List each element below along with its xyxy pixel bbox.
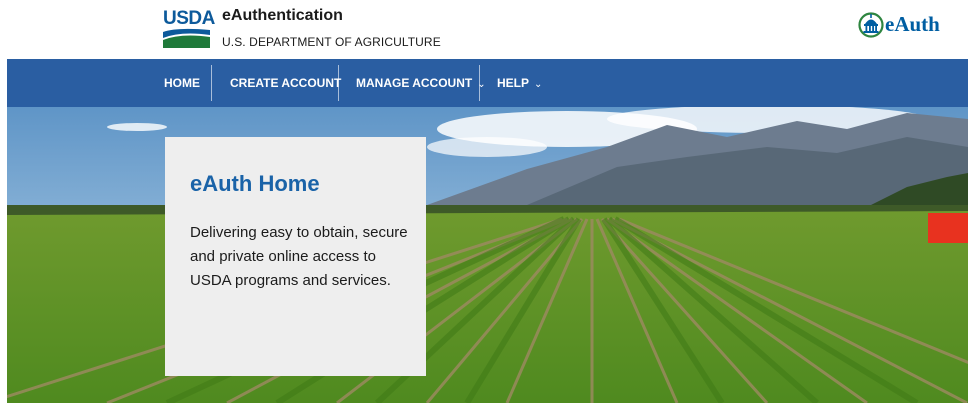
hero-description: Delivering easy to obtain, secure and pr…	[190, 224, 408, 289]
farm-field-image	[7, 107, 968, 403]
usda-logo[interactable]: USDA	[163, 8, 215, 48]
usda-logo-text: USDA	[163, 8, 215, 29]
hero-card: eAuth Home Delivering easy to obtain, se…	[165, 137, 426, 376]
nav-manage-account[interactable]: MANAGE ACCOUNT ⌄	[356, 59, 486, 107]
usda-wave-icon	[163, 28, 210, 48]
nav-help[interactable]: HELP ⌄	[497, 59, 542, 107]
nav-home-label: HOME	[164, 76, 200, 90]
main-nav: HOME CREATE ACCOUNT MANAGE ACCOUNT ⌄ HELP…	[7, 59, 968, 107]
nav-home[interactable]: HOME	[164, 59, 200, 107]
nav-create-account-label: CREATE ACCOUNT	[230, 76, 342, 90]
capitol-building-icon	[858, 12, 884, 38]
nav-help-label: HELP	[497, 76, 530, 90]
nav-divider	[338, 65, 339, 101]
hero-banner: eAuth Home Delivering easy to obtain, se…	[7, 107, 968, 403]
nav-divider	[479, 65, 480, 101]
site-title[interactable]: eAuthentication	[222, 7, 343, 25]
chevron-down-icon: ⌄	[534, 79, 543, 90]
page-title: eAuth Home	[190, 171, 320, 196]
feedback-tab[interactable]	[928, 213, 968, 243]
site-header: USDA eAuthentication U.S. DEPARTMENT OF …	[0, 0, 968, 59]
nav-manage-account-label: MANAGE ACCOUNT	[356, 76, 473, 90]
nav-create-account[interactable]: CREATE ACCOUNT	[230, 59, 341, 107]
nav-divider	[211, 65, 212, 101]
site-subtitle: U.S. DEPARTMENT OF AGRICULTURE	[222, 35, 441, 49]
eauth-brand-logo[interactable]: eAuth	[858, 9, 940, 39]
eauth-brand-text: eAuth	[885, 11, 940, 36]
